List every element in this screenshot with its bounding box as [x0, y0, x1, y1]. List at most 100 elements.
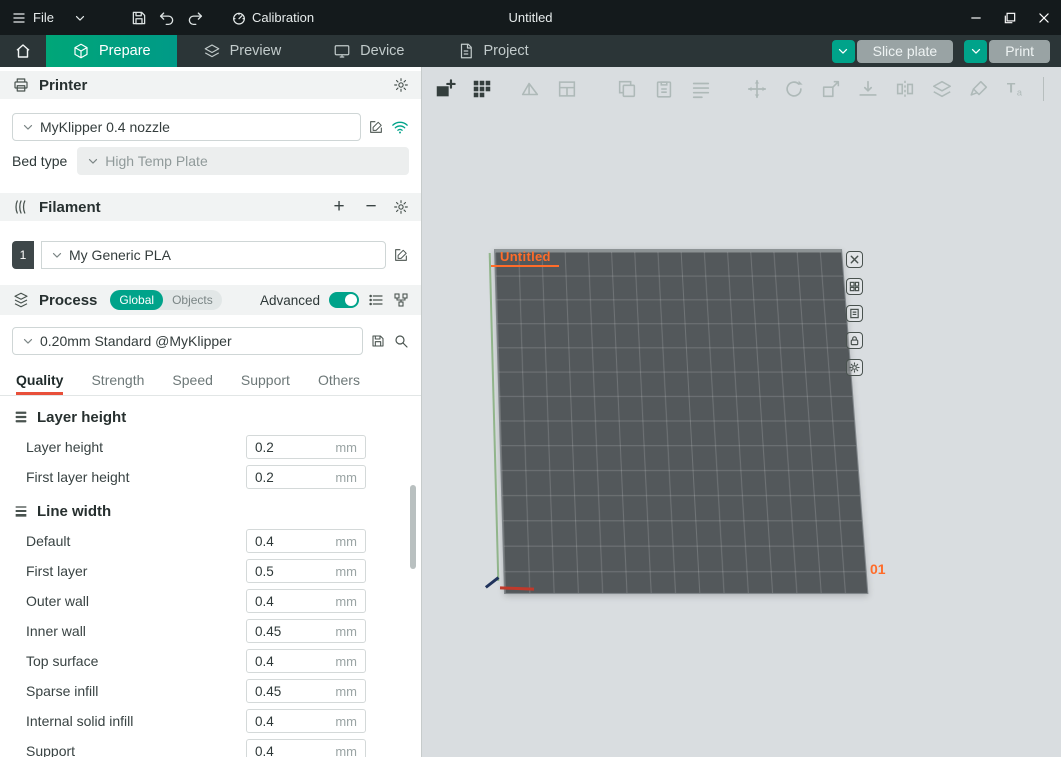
text-tool-icon: Ta	[1005, 78, 1027, 100]
process-preset-select[interactable]: 0.20mm Standard @MyKlipper	[12, 327, 363, 355]
titlebar: File Calibration Untitled	[0, 0, 1061, 35]
filament-slot-badge[interactable]: 1	[12, 241, 34, 269]
printer-settings-gear-icon[interactable]	[393, 77, 409, 93]
copy-button[interactable]	[612, 74, 642, 104]
tab-others[interactable]: Others	[318, 367, 360, 395]
tab-strength[interactable]: Strength	[91, 367, 144, 395]
scale-button[interactable]	[816, 74, 846, 104]
printer-preset-select[interactable]: MyKlipper 0.4 nozzle	[12, 113, 361, 141]
plate-name-label[interactable]: Untitled	[500, 249, 551, 264]
scope-objects-option[interactable]: Objects	[163, 290, 222, 310]
search-icon[interactable]	[393, 333, 409, 349]
delete-plate-button[interactable]	[846, 251, 863, 268]
param-unit: mm	[335, 534, 357, 549]
plate-actions	[846, 251, 863, 376]
remove-filament-button[interactable]: −	[361, 198, 381, 216]
add-plate-button[interactable]	[430, 74, 460, 104]
sidebar-scrollbar[interactable]	[410, 407, 416, 751]
minimize-button[interactable]	[959, 0, 993, 35]
variable-layer-button[interactable]	[927, 74, 957, 104]
tab-quality[interactable]: Quality	[16, 367, 63, 395]
cut-button[interactable]	[890, 74, 920, 104]
move-icon	[746, 78, 768, 100]
tab-speed[interactable]: Speed	[172, 367, 212, 395]
save-preset-icon[interactable]	[370, 333, 386, 349]
assembly-view-button[interactable]	[1056, 74, 1061, 104]
line-width-sparse-infill-input[interactable]	[255, 684, 331, 699]
param-row: Inner wall mm	[0, 616, 421, 646]
paste-button[interactable]	[649, 74, 679, 104]
param-input-box: mm	[246, 739, 366, 757]
scrollbar-thumb[interactable]	[410, 485, 416, 569]
edit-printer-icon[interactable]	[368, 119, 384, 135]
line-width-inner-wall-input[interactable]	[255, 624, 331, 639]
tab-device[interactable]: Device	[307, 35, 430, 67]
copy-icon	[616, 78, 638, 100]
process-icon	[12, 291, 30, 309]
redo-button[interactable]	[181, 4, 209, 32]
support-paint-button[interactable]	[964, 74, 994, 104]
filament-settings-gear-icon[interactable]	[393, 199, 409, 215]
layout-settings-button[interactable]	[552, 74, 582, 104]
print-queue-button[interactable]	[686, 74, 716, 104]
save-project-button[interactable]	[125, 4, 153, 32]
main-tabbar: Prepare Preview Device Project Sli	[0, 35, 1061, 67]
process-scope-toggle: Global Objects	[110, 290, 221, 310]
plate-settings-button[interactable]	[846, 359, 863, 376]
param-row: Sparse infill mm	[0, 676, 421, 706]
line-width-support-input[interactable]	[255, 744, 331, 757]
build-plate[interactable]	[494, 249, 868, 594]
tab-support[interactable]: Support	[241, 367, 290, 395]
flatten-button[interactable]	[853, 74, 883, 104]
wifi-connection-icon[interactable]	[391, 118, 409, 136]
viewport-3d[interactable]: Ta Untitled 01	[422, 67, 1061, 757]
line-width-default-input[interactable]	[255, 534, 331, 549]
param-input-box: mm	[246, 435, 366, 459]
tab-preview[interactable]: Preview	[177, 35, 308, 67]
arrange-button[interactable]	[467, 74, 497, 104]
chevron-down-icon	[21, 120, 35, 134]
param-row: First layer mm	[0, 556, 421, 586]
line-width-internal-solid-input[interactable]	[255, 714, 331, 729]
parameter-list-icon[interactable]	[368, 292, 384, 308]
line-width-first-layer-input[interactable]	[255, 564, 331, 579]
edit-filament-icon[interactable]	[393, 247, 409, 263]
print-options-chevron-icon[interactable]	[964, 40, 987, 63]
rotate-button[interactable]	[779, 74, 809, 104]
print-button[interactable]: Print	[964, 39, 1050, 63]
close-button[interactable]	[1027, 0, 1061, 35]
line-width-group-title: Line width	[37, 503, 111, 520]
bed-type-select[interactable]: High Temp Plate	[77, 147, 409, 175]
process-preset-value: 0.20mm Standard @MyKlipper	[40, 333, 232, 349]
scope-global-option[interactable]: Global	[110, 290, 163, 310]
slice-options-chevron-icon[interactable]	[832, 40, 855, 63]
layer-height-input[interactable]	[255, 440, 331, 455]
printer-preset-value: MyKlipper 0.4 nozzle	[40, 119, 170, 135]
device-icon	[333, 42, 351, 60]
line-width-outer-wall-input[interactable]	[255, 594, 331, 609]
tab-project[interactable]: Project	[431, 35, 555, 67]
auto-orient-button[interactable]	[515, 74, 545, 104]
slice-plate-button[interactable]: Slice plate	[832, 39, 954, 63]
rename-plate-button[interactable]	[846, 305, 863, 322]
add-text-button[interactable]: Ta	[1001, 74, 1031, 104]
calibration-button[interactable]: Calibration	[225, 0, 320, 35]
prepare-icon	[72, 42, 90, 60]
tab-prepare[interactable]: Prepare	[46, 35, 177, 67]
undo-button[interactable]	[153, 4, 181, 32]
advanced-toggle[interactable]	[329, 292, 359, 308]
file-menu[interactable]: File	[0, 0, 93, 35]
home-button[interactable]	[0, 35, 46, 67]
lock-plate-button[interactable]	[846, 332, 863, 349]
maximize-button[interactable]	[993, 0, 1027, 35]
arrange-plate-button[interactable]	[846, 278, 863, 295]
first-layer-height-input[interactable]	[255, 470, 331, 485]
line-width-top-surface-input[interactable]	[255, 654, 331, 669]
filament-preset-select[interactable]: My Generic PLA	[41, 241, 386, 269]
arrange-icon	[471, 78, 493, 100]
move-button[interactable]	[742, 74, 772, 104]
app-window: File Calibration Untitled	[0, 0, 1061, 757]
line-width-icon	[13, 503, 29, 519]
add-filament-button[interactable]: +	[329, 198, 349, 216]
object-tree-icon[interactable]	[393, 292, 409, 308]
